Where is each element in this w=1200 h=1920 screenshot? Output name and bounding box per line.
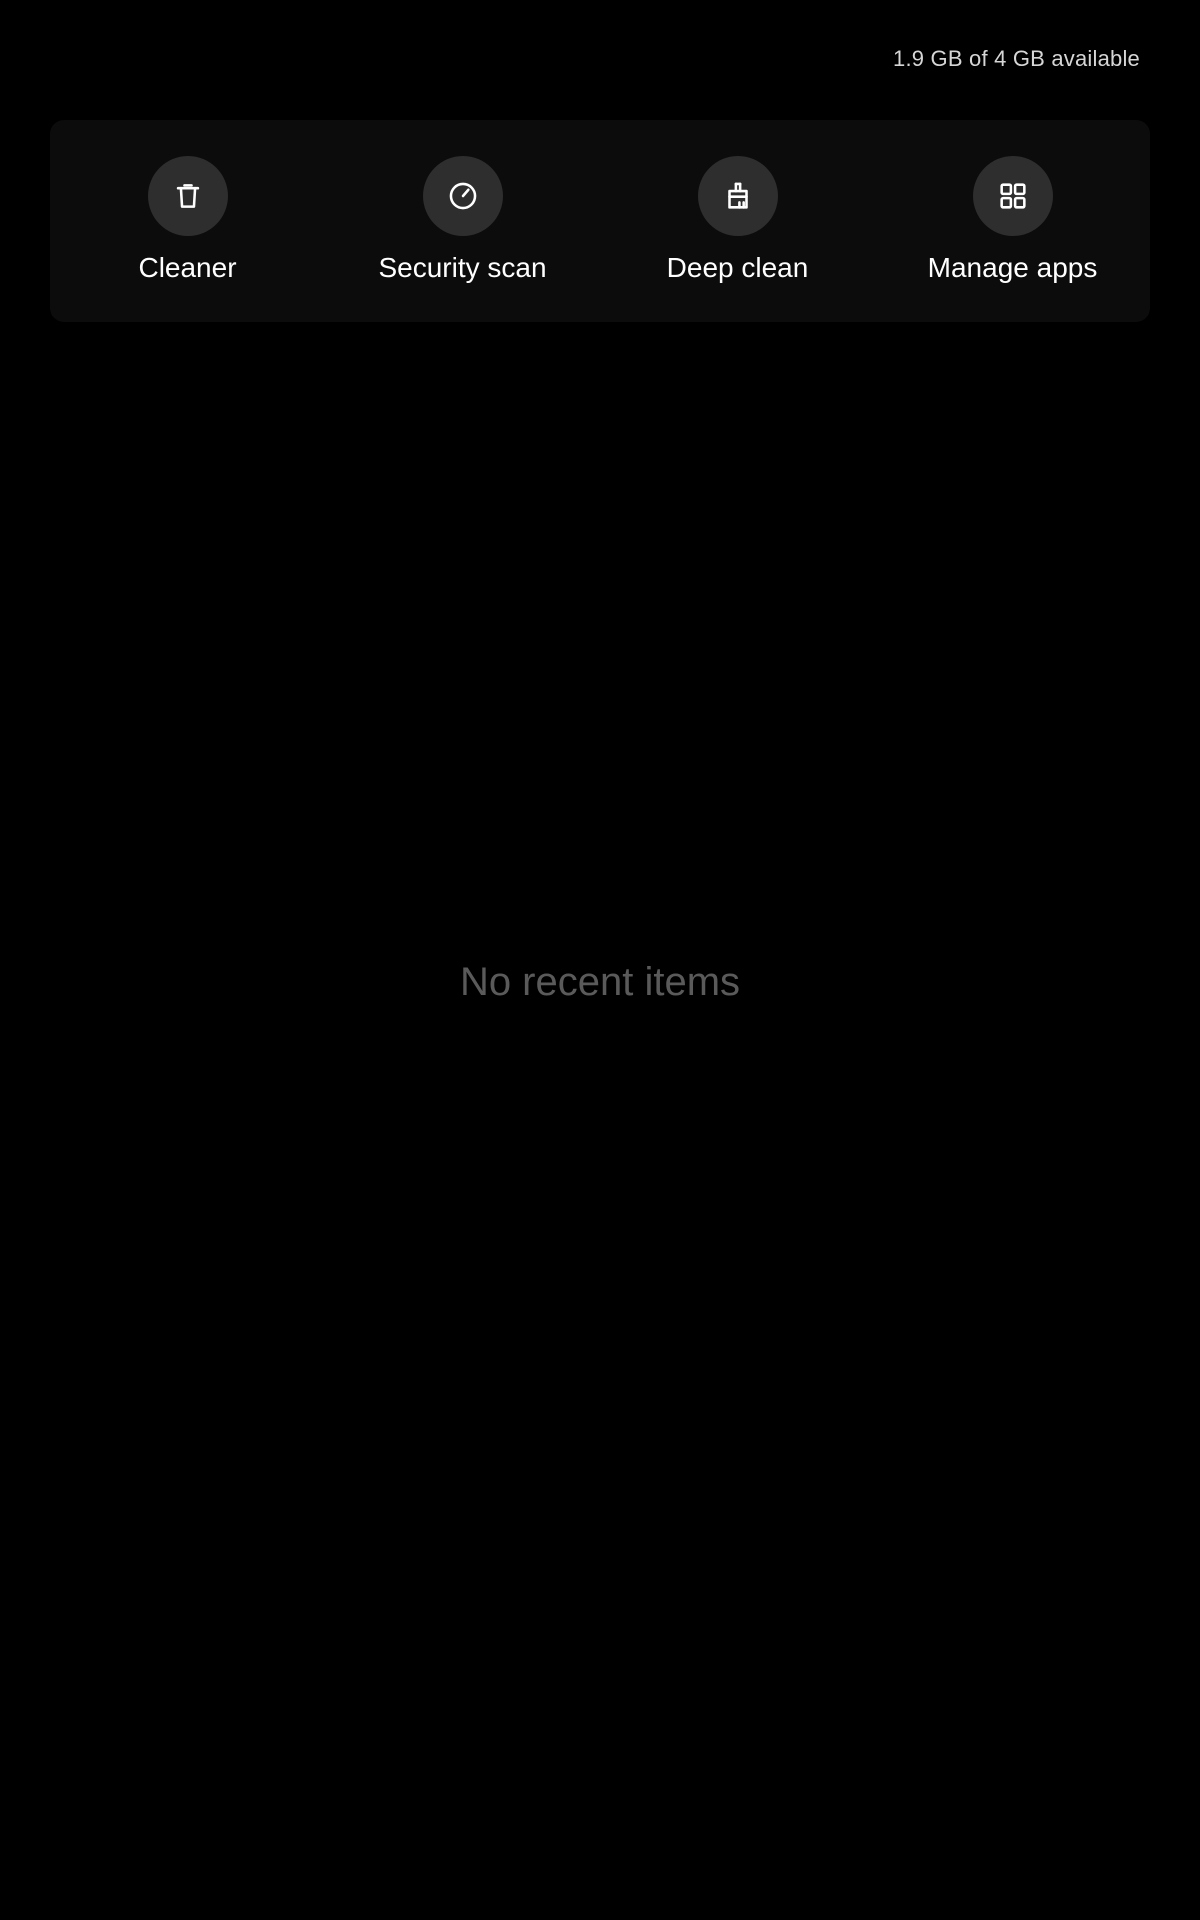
- cleaner-label: Cleaner: [138, 252, 237, 283]
- manage-apps-label: Manage apps: [927, 252, 1098, 283]
- memory-status: 1.9 GB of 4 GB available: [893, 46, 1140, 71]
- security-scan-button[interactable]: Security scan: [325, 120, 600, 284]
- shortcuts-panel: Cleaner Security scan Deep clean Manage …: [50, 120, 1150, 322]
- broom-icon: [727, 182, 748, 209]
- cleaner-button[interactable]: Cleaner: [50, 120, 325, 284]
- grid-icon: [999, 183, 1026, 209]
- no-recent-items-message: No recent items: [459, 960, 741, 1004]
- deep-clean-label: Deep clean: [666, 252, 809, 283]
- cleaner-icon-circle: [147, 156, 228, 236]
- manage-apps-button[interactable]: Manage apps: [875, 120, 1150, 284]
- trash-icon: [176, 184, 199, 208]
- deep-clean-button[interactable]: Deep clean: [600, 120, 875, 284]
- manage-apps-icon-circle: [972, 156, 1053, 236]
- gauge-icon: [449, 182, 476, 210]
- security-scan-icon-circle: [422, 156, 503, 236]
- security-scan-label: Security scan: [378, 252, 547, 283]
- deep-clean-icon-circle: [697, 156, 778, 236]
